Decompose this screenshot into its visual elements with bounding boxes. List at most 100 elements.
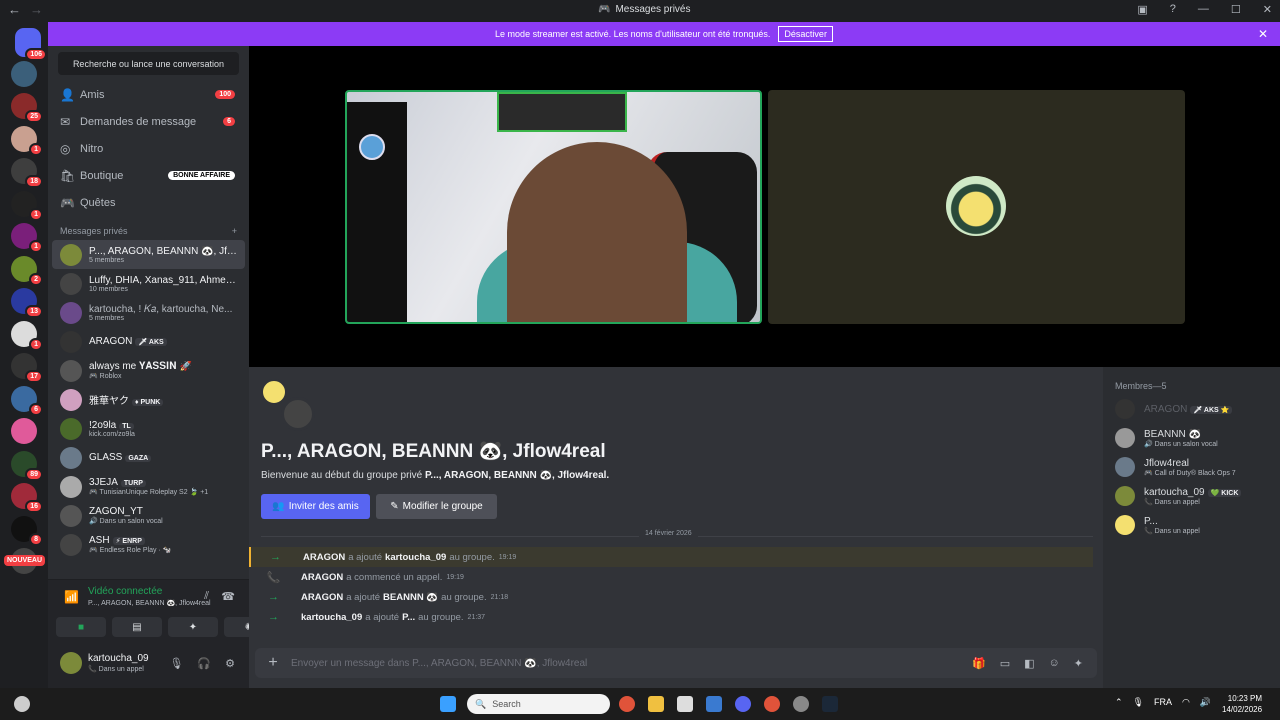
dm-item[interactable]: P..., ARAGON, BEANNN 🐼, Jfl... 5 membres (52, 240, 245, 269)
camera-button[interactable]: ■ (56, 617, 106, 637)
microphone-icon[interactable]: 🎙 (169, 657, 183, 670)
activities-button[interactable]: ✦ (168, 617, 218, 637)
message-actor[interactable]: kartoucha_09 (301, 612, 362, 623)
steam-icon[interactable] (822, 696, 838, 712)
member-item[interactable]: BEANNN 🐼 🔊 Dans un salon vocal (1115, 424, 1275, 452)
message-actor[interactable]: ARAGON (303, 552, 345, 563)
nav-item-1[interactable]: ✉ Demandes de message 6 (48, 108, 249, 135)
attach-plus-icon[interactable]: + (255, 654, 291, 672)
dm-item[interactable]: !2o9la TL kick.com/zo9la (52, 414, 245, 443)
message-target[interactable]: BEANNN 🐼 (383, 592, 438, 603)
server-icon[interactable]: 1 (11, 125, 43, 156)
weather-icon[interactable] (14, 696, 30, 712)
pinned-apps (619, 696, 838, 712)
mic-tray-icon[interactable]: 🎙 (1133, 697, 1144, 708)
apps-icon[interactable]: ✦ (1074, 657, 1083, 670)
server-icon[interactable]: 13 (11, 288, 43, 318)
nav-item-3[interactable]: 🛍 Boutique BONNE AFFAIRE (48, 162, 249, 189)
member-item[interactable]: P... 📞 Dans un appel (1115, 511, 1275, 539)
app-icon[interactable] (793, 696, 809, 712)
dm-item[interactable]: ARAGON 🗡 AKS (52, 327, 245, 356)
inbox-icon[interactable]: ▣ (1137, 3, 1147, 16)
dm-item[interactable]: 3JEJA TURP 🎮 TunisianUnique Roleplay S2 🍃 … (52, 472, 245, 501)
username[interactable]: kartoucha_09 (88, 653, 149, 664)
edit-group-button[interactable]: ✎ Modifier le groupe (376, 494, 497, 519)
maximize-icon[interactable]: ☐ (1231, 3, 1241, 16)
volume-icon[interactable]: 🔊 (1200, 697, 1211, 708)
nav-item-0[interactable]: 👤 Amis 100 (48, 81, 249, 108)
server-icon[interactable]: 25 (11, 93, 43, 123)
dm-item[interactable]: ZAGON_YT 🔊 Dans un salon vocal (52, 501, 245, 530)
server-icon[interactable]: 1 (11, 223, 43, 253)
mail-icon[interactable] (706, 696, 722, 712)
disconnect-icon[interactable]: ☎ (221, 590, 235, 603)
screen-share-button[interactable]: ▤ (112, 617, 162, 637)
chrome-icon[interactable] (619, 696, 635, 712)
server-icon[interactable]: 18 (11, 158, 43, 188)
forward-arrow-icon[interactable]: → (30, 2, 43, 17)
sticker-icon[interactable]: ◧ (1024, 657, 1034, 670)
signal-icon[interactable]: 📶 (64, 590, 79, 604)
noise-suppression-icon[interactable]: ⫽ (204, 590, 209, 603)
settings-gear-icon[interactable]: ⚙ (225, 657, 235, 670)
minimize-icon[interactable]: — (1198, 3, 1209, 16)
server-icon[interactable]: 1 (11, 190, 43, 221)
dm-item[interactable]: 雅華ヤク ♦ PUNK (52, 385, 245, 414)
dm-item[interactable]: kartoucha, ! 𝐾𝑎, kartoucha, Ne... 5 membr… (52, 298, 245, 327)
wifi-icon[interactable]: ◠ (1182, 697, 1190, 708)
avatar (1115, 399, 1135, 419)
direct-messages-icon[interactable]: 106 (15, 28, 47, 61)
file-explorer-icon[interactable] (648, 696, 664, 712)
message-target[interactable]: P... (402, 612, 415, 623)
message-target[interactable]: kartoucha_09 (385, 552, 446, 563)
message-actor[interactable]: ARAGON (301, 572, 343, 583)
server-icon[interactable]: 16 (11, 483, 43, 513)
avatar[interactable] (60, 652, 82, 674)
chrome-2-icon[interactable] (764, 696, 780, 712)
nav-item-4[interactable]: 🎮 Quêtes (48, 189, 249, 216)
video-tile-avatar[interactable] (768, 90, 1185, 324)
close-icon[interactable]: ✕ (1258, 27, 1268, 41)
start-icon[interactable] (440, 696, 456, 712)
server-icon[interactable]: 2 (11, 255, 43, 286)
participant-avatar (946, 176, 1006, 236)
disable-streamer-button[interactable]: Désactiver (778, 26, 833, 42)
dm-item[interactable]: always me 𝐘𝐀𝐒𝐒𝐈𝐍 🚀 🎮 Roblox (52, 356, 245, 385)
server-icon[interactable] (11, 60, 37, 87)
gift-icon[interactable]: 🎁 (972, 657, 986, 670)
new-badge[interactable]: NOUVEAU (4, 555, 46, 566)
message-input[interactable]: Envoyer un message dans P..., ARAGON, BE… (291, 658, 972, 669)
server-icon[interactable]: 89 (11, 450, 43, 481)
taskbar-search[interactable]: 🔍 Search (467, 694, 610, 714)
voice-channel[interactable]: P..., ARAGON, BEANNN 🐼, Jflow4real (88, 599, 211, 607)
headphones-icon[interactable]: 🎧 (197, 657, 211, 670)
server-icon[interactable]: 8 (11, 515, 43, 546)
server-icon[interactable]: 6 (11, 385, 43, 416)
store-icon[interactable] (677, 696, 693, 712)
dm-subtext: kick.com/zo9la (89, 430, 135, 438)
server-icon[interactable]: 1 (11, 320, 43, 351)
dm-item[interactable]: ASH ⚡ ENRP 🎮 Endless Role Play · 🐄 (52, 530, 245, 559)
discord-taskbar-icon[interactable] (735, 696, 751, 712)
message-actor[interactable]: ARAGON (301, 592, 343, 603)
close-window-icon[interactable]: ✕ (1263, 3, 1272, 16)
search-input[interactable]: Recherche ou lance une conversation (58, 52, 239, 75)
nav-item-2[interactable]: ◎ Nitro (48, 135, 249, 162)
member-item[interactable]: ARAGON 🗡 AKS ⭐ (1115, 395, 1275, 423)
dm-item[interactable]: GLASS GAZA (52, 443, 245, 472)
member-item[interactable]: kartoucha_09 💚 KICK 📞 Dans un appel (1115, 482, 1275, 510)
gif-icon[interactable]: ▭ (1000, 657, 1010, 670)
dm-item[interactable]: Luffy, DHIA, Xanas_911, Ahmed... 10 membr… (52, 269, 245, 298)
invite-friends-button[interactable]: 👥 Inviter des amis (261, 494, 370, 519)
language[interactable]: FRA (1154, 697, 1172, 708)
server-icon[interactable]: 17 (11, 353, 43, 383)
video-tile-webcam[interactable] (345, 90, 762, 324)
add-dm-icon[interactable]: + (232, 226, 237, 236)
chevron-up-icon[interactable]: ⌃ (1115, 697, 1123, 708)
back-arrow-icon[interactable]: ← (8, 2, 21, 17)
server-icon[interactable] (11, 418, 37, 444)
help-icon[interactable]: ? (1170, 3, 1176, 16)
clock[interactable]: 10:23 PM 14/02/2026 (1222, 693, 1262, 715)
member-item[interactable]: Jflow4real 🎮 Call of Duty® Black Ops 7 (1115, 453, 1275, 481)
emoji-icon[interactable]: ☺ (1049, 657, 1060, 670)
